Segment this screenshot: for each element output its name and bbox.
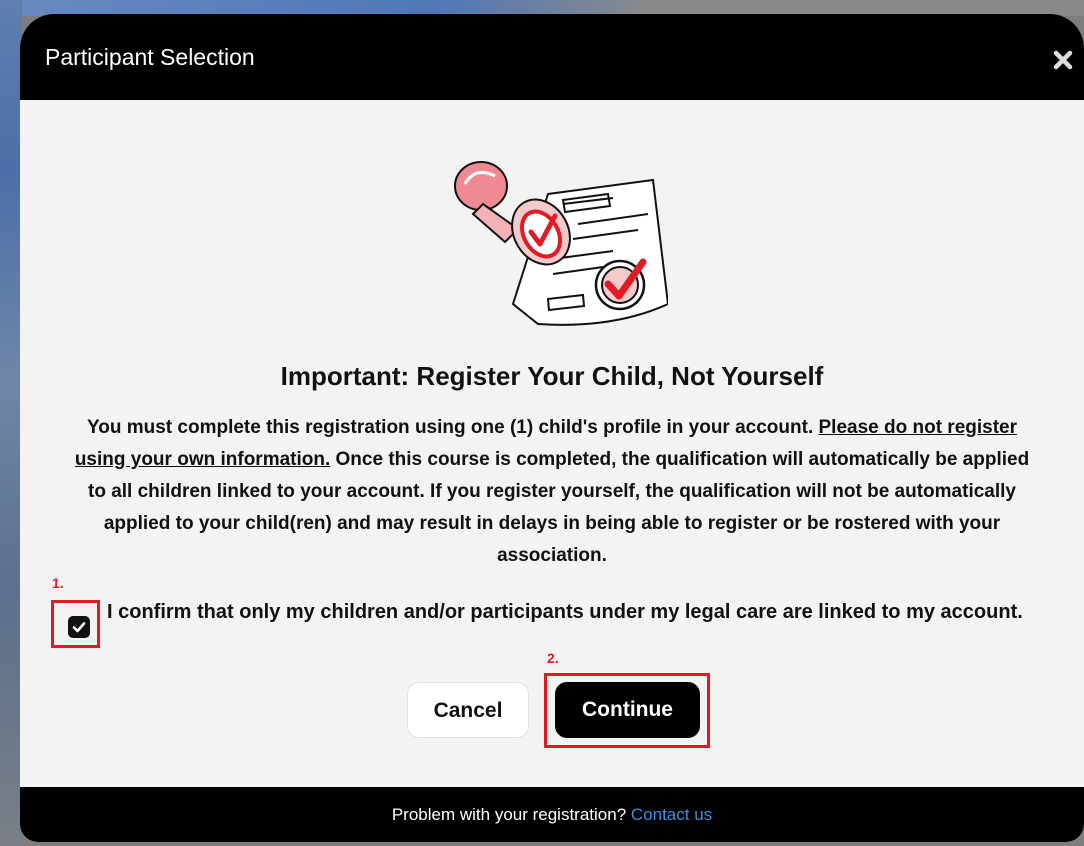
participant-selection-modal: Participant Selection Important: Registe… (20, 14, 1084, 842)
checkmark-icon (72, 622, 86, 633)
confirm-checkbox[interactable] (68, 616, 90, 638)
modal-title: Participant Selection (45, 44, 255, 70)
step-2-label: 2. (547, 650, 559, 666)
footer-text: Problem with your registration? (391, 805, 631, 824)
important-heading: Important: Register Your Child, Not Your… (280, 361, 824, 391)
modal-footer: Problem with your registration? Contact … (20, 787, 1084, 842)
page-backdrop-left (0, 0, 22, 846)
cancel-button[interactable]: Cancel (407, 682, 529, 738)
continue-button[interactable]: Continue (555, 682, 700, 738)
close-icon (1053, 50, 1073, 70)
step-1-label: 1. (52, 575, 64, 591)
notice-text-1: You must complete this registration usin… (86, 417, 819, 438)
close-button[interactable] (1052, 49, 1074, 71)
contact-us-link[interactable]: Contact us (631, 805, 712, 824)
confirm-label: I confirm that only my children and/or p… (107, 601, 1023, 623)
document-stamp-icon (454, 161, 668, 326)
registration-notice: You must complete this registration usin… (70, 412, 1034, 572)
modal-header: Participant Selection (20, 14, 1084, 100)
